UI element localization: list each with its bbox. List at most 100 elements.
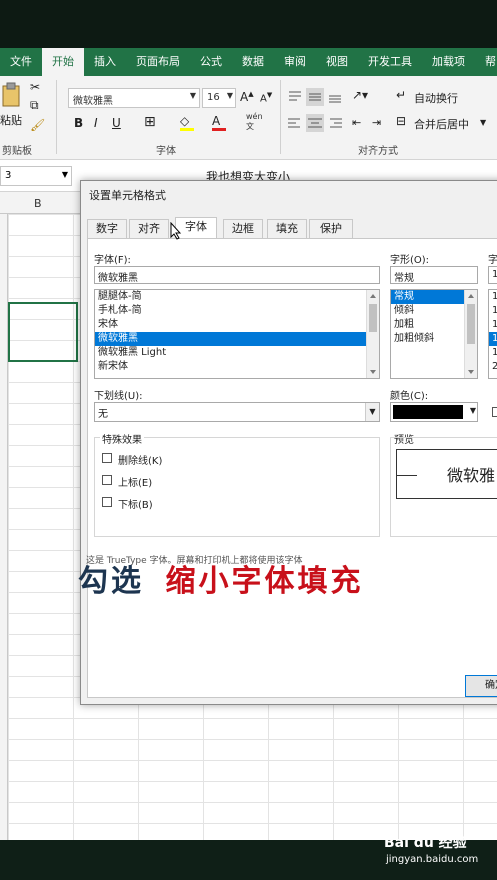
superscript-label: 上标(E) bbox=[118, 478, 153, 489]
format-painter-icon[interactable]: 🖌 bbox=[30, 118, 45, 132]
ribbon-tab[interactable]: 审阅 bbox=[274, 48, 316, 76]
underline-select[interactable]: 无 ▼ bbox=[94, 402, 380, 422]
font-list[interactable]: 腿腿体-简 手札体-简 宋体 微软雅黑 微软雅黑 Light 新宋体 bbox=[94, 289, 380, 379]
ribbon-tab[interactable]: 开发工具 bbox=[358, 48, 422, 76]
normal-font-checkbox[interactable] bbox=[492, 407, 497, 417]
fill-color-icon[interactable]: ◇ bbox=[180, 114, 194, 131]
align-bottom-icon[interactable] bbox=[326, 88, 344, 106]
name-box-value: 3 bbox=[5, 170, 12, 181]
superscript-checkbox[interactable] bbox=[102, 475, 112, 485]
shrink-font-icon[interactable]: A▼ bbox=[260, 91, 272, 104]
merge-center-icon[interactable]: ⊟ bbox=[396, 114, 406, 128]
paste-label: 粘贴 bbox=[0, 114, 22, 127]
ribbon-tab[interactable]: 开始 bbox=[42, 48, 84, 76]
font-list-item[interactable]: 腿腿体-简 bbox=[95, 290, 379, 304]
underline-button[interactable]: U bbox=[112, 116, 121, 130]
active-cell[interactable] bbox=[8, 302, 78, 362]
preview-box: 微软雅 bbox=[396, 449, 497, 499]
dialog-tab[interactable]: 数字 bbox=[87, 219, 127, 239]
separator bbox=[56, 80, 57, 154]
underline-value: 无 bbox=[98, 409, 108, 420]
ribbon: 粘贴 ✂ ⧉ 🖌 剪贴板 微软雅黑 ▼ 16 ▼ A▲ A▼ B I U ⊞ ◇… bbox=[0, 76, 497, 160]
clipboard-group-label: 剪贴板 bbox=[2, 146, 32, 157]
grow-font-icon[interactable]: A▲ bbox=[240, 90, 254, 104]
caption-part-2: 缩小字体填充 bbox=[165, 564, 364, 599]
strikethrough-checkbox[interactable] bbox=[102, 453, 112, 463]
font-name-input-value: 微软雅黑 bbox=[98, 273, 138, 284]
font-size-select[interactable]: 16 ▼ bbox=[202, 88, 236, 108]
ribbon-tab[interactable]: 数据 bbox=[232, 48, 274, 76]
align-left-icon[interactable] bbox=[286, 114, 304, 132]
dialog-tab[interactable]: 填充 bbox=[267, 219, 307, 239]
font-color-button[interactable]: A bbox=[212, 114, 226, 131]
chevron-down-icon: ▼ bbox=[365, 403, 379, 421]
screen: 文件 开始 插入 页面布局 公式 数据 审阅 视图 开发工具 加载项帮 粘贴 ✂ ⧉ 🖌 剪贴板 … bbox=[0, 0, 497, 880]
style-list[interactable]: 常规 倾斜 加粗 加粗倾斜 bbox=[390, 289, 478, 379]
orientation-icon[interactable]: ↗▾ bbox=[352, 88, 368, 102]
border-icon[interactable]: ⊞ bbox=[144, 114, 156, 130]
ribbon-tab[interactable]: 插入 bbox=[84, 48, 126, 76]
size-list-item[interactable]: 1 bbox=[489, 332, 497, 346]
size-list-item[interactable]: 2 bbox=[489, 360, 497, 374]
font-list-item[interactable]: 新宋体 bbox=[95, 360, 379, 374]
size-list-item[interactable]: 1 bbox=[489, 304, 497, 318]
name-box[interactable]: 3 ▼ bbox=[0, 166, 72, 186]
ribbon-tab[interactable]: 视图 bbox=[316, 48, 358, 76]
color-select[interactable]: ▼ bbox=[390, 402, 478, 422]
font-list-item[interactable]: 宋体 bbox=[95, 318, 379, 332]
wrap-text-label[interactable]: 自动换行 bbox=[414, 90, 458, 106]
caption-part-1: 勾选 bbox=[78, 564, 144, 599]
subscript-label: 下标(B) bbox=[118, 500, 153, 511]
size-list[interactable]: 111112 bbox=[488, 289, 497, 379]
chevron-down-icon: ▼ bbox=[469, 406, 476, 415]
subscript-checkbox[interactable] bbox=[102, 497, 112, 507]
phonetic-icon[interactable]: wén 文 bbox=[246, 112, 263, 132]
ribbon-tab[interactable]: 帮 bbox=[475, 48, 497, 76]
align-right-icon[interactable] bbox=[326, 114, 344, 132]
dialog-title: 设置单元格格式 bbox=[89, 189, 166, 202]
baidu-logo: Bai du 经验 bbox=[384, 835, 467, 851]
ribbon-tab[interactable]: 页面布局 bbox=[126, 48, 190, 76]
font-name-input[interactable]: 微软雅黑 bbox=[94, 266, 380, 284]
font-color-letter: A bbox=[212, 114, 221, 128]
size-list-item[interactable]: 1 bbox=[489, 346, 497, 360]
font-group-label: 字体 bbox=[156, 146, 176, 157]
font-list-item[interactable]: 微软雅黑 bbox=[95, 332, 379, 346]
bottom-video-band: Bai du 经验 jingyan.baidu.com bbox=[0, 835, 497, 880]
font-list-scrollbar[interactable] bbox=[366, 290, 379, 378]
paste-button[interactable]: 粘贴 bbox=[0, 82, 30, 127]
copy-icon[interactable]: ⧉ bbox=[30, 98, 39, 113]
style-input[interactable]: 常规 bbox=[390, 266, 478, 284]
merge-center-label[interactable]: 合并后居中 bbox=[414, 116, 469, 132]
italic-button[interactable]: I bbox=[94, 116, 98, 130]
font-name-select[interactable]: 微软雅黑 ▼ bbox=[68, 88, 200, 108]
dialog-tab[interactable]: 保护 bbox=[309, 219, 353, 239]
ribbon-tab[interactable]: 加载项 bbox=[422, 48, 475, 76]
chevron-down-icon: ▼ bbox=[61, 170, 68, 179]
bold-button[interactable]: B bbox=[74, 116, 83, 130]
cut-icon[interactable]: ✂ bbox=[30, 80, 40, 94]
style-list-scrollbar[interactable] bbox=[464, 290, 477, 378]
ribbon-tab[interactable]: 公式 bbox=[190, 48, 232, 76]
wrap-text-icon[interactable]: ↵ bbox=[396, 88, 406, 102]
size-list-item[interactable]: 1 bbox=[489, 290, 497, 304]
size-list-item[interactable]: 1 bbox=[489, 318, 497, 332]
increase-indent-icon[interactable]: ⇥ bbox=[372, 116, 381, 129]
ok-button[interactable]: 确定 bbox=[465, 675, 497, 697]
font-size-value: 16 bbox=[207, 92, 220, 103]
decrease-indent-icon[interactable]: ⇤ bbox=[352, 116, 361, 129]
ribbon-tab-bar: 文件 开始 插入 页面布局 公式 数据 审阅 视图 开发工具 加载项帮 bbox=[0, 48, 497, 76]
dialog-tab[interactable]: 边框 bbox=[223, 219, 263, 239]
font-tab-panel: 字体(F): 微软雅黑 腿腿体-简 手札体-简 宋体 微软雅黑 微软雅黑 Light 新宋… bbox=[86, 238, 497, 698]
column-b-header[interactable]: B bbox=[34, 197, 42, 210]
chevron-down-icon[interactable]: ▼ bbox=[480, 118, 486, 127]
ribbon-tab[interactable]: 文件 bbox=[0, 48, 42, 76]
effects-label: 特殊效果 bbox=[100, 431, 144, 446]
size-input[interactable]: 1 bbox=[488, 266, 497, 284]
dialog-tab[interactable]: 对齐 bbox=[129, 219, 169, 239]
align-center-icon[interactable] bbox=[306, 114, 324, 132]
align-middle-icon[interactable] bbox=[306, 88, 324, 106]
font-list-item[interactable]: 微软雅黑 Light bbox=[95, 346, 379, 360]
align-top-icon[interactable] bbox=[286, 88, 304, 106]
font-list-item[interactable]: 手札体-简 bbox=[95, 304, 379, 318]
